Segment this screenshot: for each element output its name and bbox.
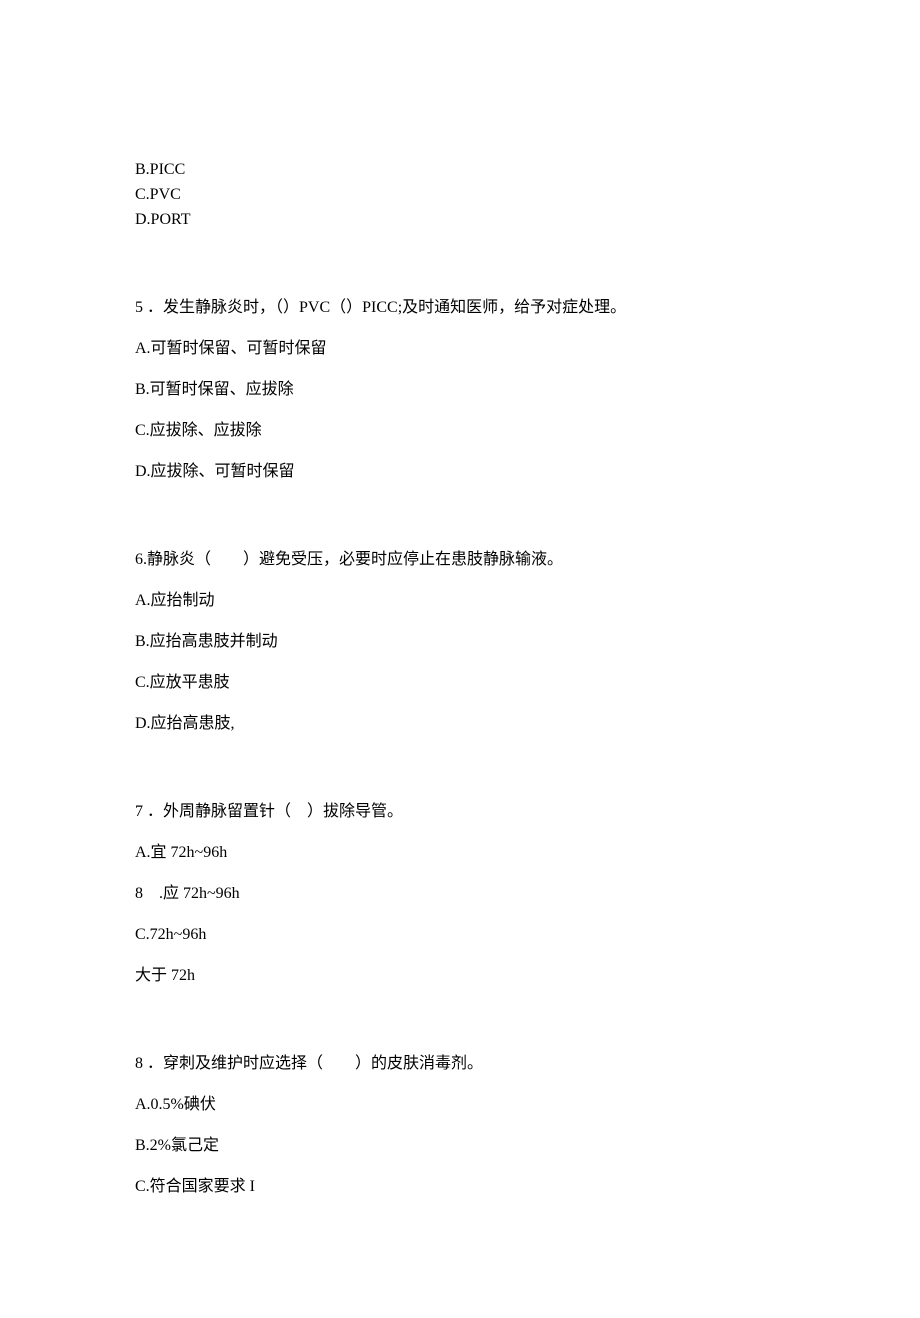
q4-option-b: B.PICC	[135, 160, 785, 181]
q8-stem: 8 ．穿刺及维护时应选择（ ）的皮肤消毒剂。	[135, 1054, 785, 1075]
q8-option-a: A.0.5%碘伏	[135, 1095, 785, 1116]
q7-option-d: 大于 72h	[135, 966, 785, 987]
q6-option-d: D.应抬高患肢,	[135, 714, 785, 735]
q6-stem: 6.静脉炎（ ）避免受压，必要时应停止在患肢静脉输液。	[135, 550, 785, 571]
q4-option-d: D.PORT	[135, 210, 785, 231]
q8-option-b: B.2%氯己定	[135, 1136, 785, 1157]
q7-option-b: 8 .应 72h~96h	[135, 884, 785, 905]
q8-option-c: C.符合国家要求 I	[135, 1177, 785, 1198]
q7-option-c: C.72h~96h	[135, 925, 785, 946]
q5-option-c: C.应拔除、应拔除	[135, 421, 785, 442]
q6-option-b: B.应抬高患肢并制动	[135, 632, 785, 653]
q5-stem: 5 ．发生静脉炎时，（）PVC（）PICC;及时通知医师，给予对症处理。	[135, 298, 785, 319]
document-page: B.PICC C.PVC D.PORT 5 ．发生静脉炎时，（）PVC（）PIC…	[0, 0, 920, 1318]
q6-option-c: C.应放平患肢	[135, 673, 785, 694]
q7-option-a: A.宜 72h~96h	[135, 843, 785, 864]
q6-option-a: A.应抬制动	[135, 591, 785, 612]
q5-option-d: D.应拔除、可暂时保留	[135, 462, 785, 483]
q5-option-b: B.可暂时保留、应拔除	[135, 380, 785, 401]
q4-option-c: C.PVC	[135, 185, 785, 206]
q7-stem: 7 ．外周静脉留置针（ ）拔除导管。	[135, 802, 785, 823]
q5-option-a: A.可暂时保留、可暂时保留	[135, 339, 785, 360]
